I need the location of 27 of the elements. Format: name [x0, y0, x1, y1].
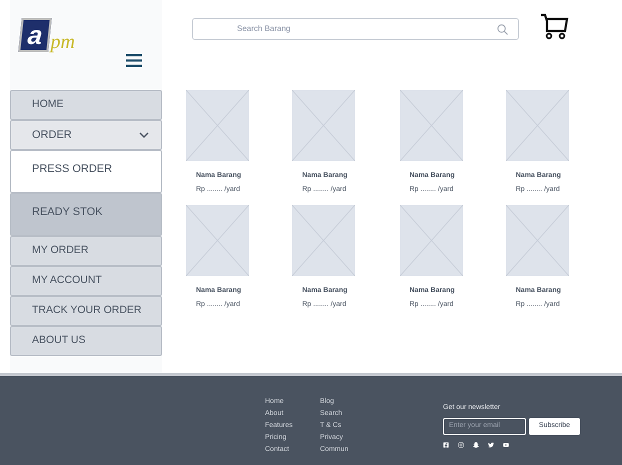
submenu-item[interactable]: READY STOK — [10, 193, 162, 236]
image-placeholder — [506, 90, 569, 161]
menu-item[interactable]: MY ORDER — [10, 236, 162, 266]
menu-item[interactable]: ABOUT US — [10, 326, 162, 356]
search-field[interactable]: Search Barang — [192, 18, 519, 40]
image-placeholder — [292, 90, 356, 161]
search-icon — [497, 24, 508, 34]
image-placeholder — [292, 205, 356, 276]
twitter-icon[interactable] — [488, 442, 494, 448]
chevron-icon — [139, 132, 149, 138]
menu-icon[interactable] — [126, 54, 142, 67]
submenu-item[interactable]: PRESS ORDER — [10, 150, 162, 193]
youtube-icon[interactable] — [503, 442, 509, 448]
image-placeholder — [186, 90, 249, 161]
image-placeholder — [400, 205, 462, 276]
logo: a pm — [20, 18, 152, 52]
cart-icon[interactable] — [540, 12, 569, 40]
image-placeholder — [506, 205, 569, 276]
instagram-icon[interactable] — [458, 442, 464, 448]
menu-item[interactable]: HOME — [10, 90, 162, 120]
image-placeholder — [400, 90, 462, 161]
menu-item[interactable]: TRACK YOUR ORDER — [10, 296, 162, 326]
menu-item[interactable]: ORDER — [10, 120, 162, 150]
image-placeholder — [186, 205, 249, 276]
snapchat-icon[interactable] — [473, 442, 479, 448]
facebook-icon[interactable] — [443, 442, 449, 448]
menu-item[interactable]: MY ACCOUNT — [10, 266, 162, 296]
